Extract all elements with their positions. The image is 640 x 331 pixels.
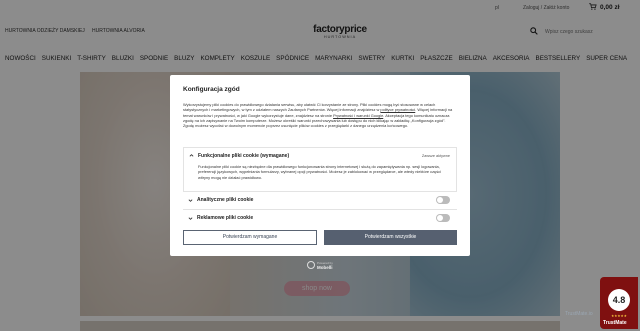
confirm-all-button[interactable]: Potwierdzam wszystkie bbox=[324, 230, 457, 245]
powered-by-line2: Mobelli bbox=[317, 265, 333, 270]
section-title: Analityczne pliki cookie bbox=[197, 197, 254, 203]
privacy-policy-link[interactable]: polityce prywatności bbox=[380, 107, 415, 112]
trustmate-name: TrustMate bbox=[603, 320, 627, 326]
google-privacy-link[interactable]: Prywatność i warunki Google bbox=[333, 113, 383, 118]
confirm-required-button[interactable]: Potwierdzam wymagane bbox=[183, 230, 317, 245]
always-active-label: Zawsze aktywne bbox=[421, 154, 450, 158]
mobelli-logo-icon bbox=[307, 261, 315, 269]
section-title: Funkcjonalne pliki cookie (wymagane) bbox=[198, 153, 290, 159]
section-body: Funkcjonalne pliki cookie są niezbędne d… bbox=[198, 164, 441, 180]
trustmate-stars: ★★★★★ bbox=[611, 314, 627, 318]
analytics-toggle[interactable] bbox=[436, 196, 450, 204]
trustmate-side-label: TrustMate.io bbox=[565, 311, 593, 317]
chevron-up-icon[interactable] bbox=[189, 153, 194, 158]
functional-cookies-section[interactable]: Funkcjonalne pliki cookie (wymagane) Zaw… bbox=[183, 147, 457, 192]
trustmate-badge[interactable]: 4.8 ★★★★★ TrustMate bbox=[600, 277, 638, 329]
toggle-knob bbox=[437, 215, 443, 221]
modal-title: Konfiguracja zgód bbox=[183, 86, 240, 93]
cookie-consent-modal: Konfiguracja zgód Wykorzystujemy pliki c… bbox=[170, 75, 470, 256]
analytics-cookies-section[interactable]: Analityczne pliki cookie bbox=[183, 192, 457, 209]
trustmate-rating: 4.8 bbox=[608, 289, 630, 311]
ads-cookies-section[interactable]: Reklamowe pliki cookie bbox=[183, 209, 457, 226]
ads-toggle[interactable] bbox=[436, 214, 450, 222]
modal-description: Wykorzystujemy pliki cookies do prawidło… bbox=[183, 102, 457, 128]
powered-by: Powered by Mobelli bbox=[307, 261, 335, 273]
chevron-down-icon[interactable] bbox=[188, 198, 193, 203]
section-title: Reklamowe pliki cookie bbox=[197, 215, 254, 221]
chevron-down-icon[interactable] bbox=[188, 216, 193, 221]
toggle-knob bbox=[437, 197, 443, 203]
